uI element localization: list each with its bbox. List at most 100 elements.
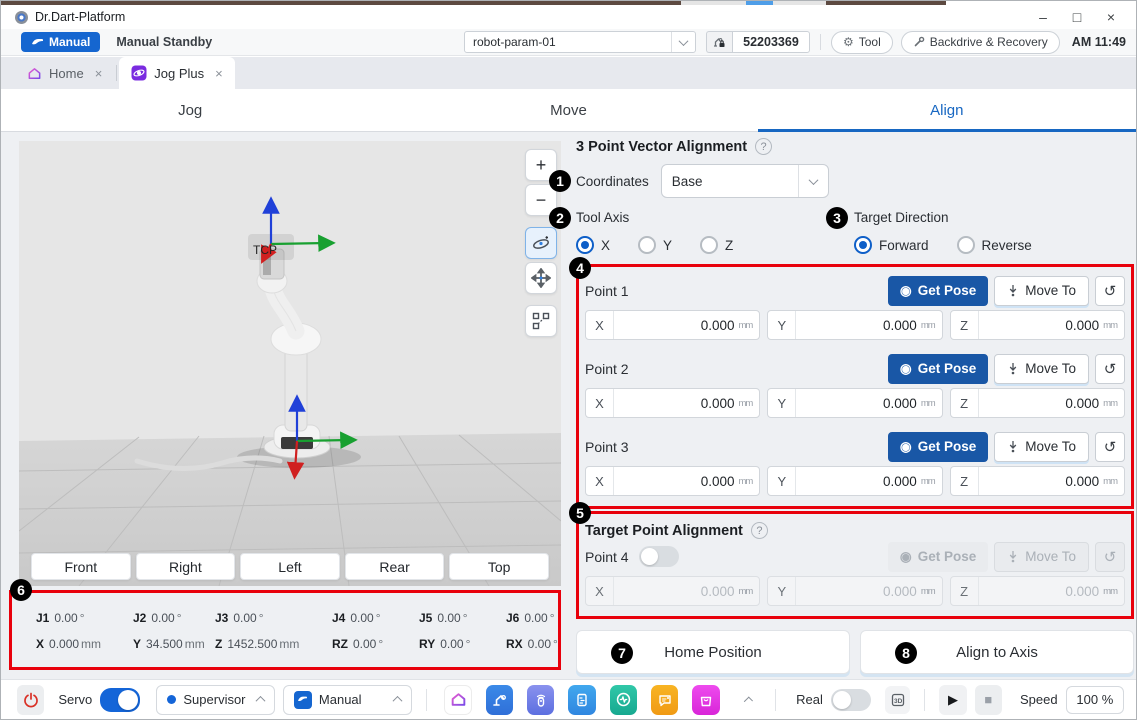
move-to-icon: [1007, 362, 1019, 375]
view-left-button[interactable]: Left: [240, 553, 340, 580]
tab-home[interactable]: Home ×: [15, 57, 114, 89]
direction-forward-radio[interactable]: Forward: [854, 236, 929, 254]
point-3-z-field[interactable]: Z0.000mm: [950, 466, 1125, 496]
minimize-button[interactable]: –: [1026, 6, 1060, 28]
help-icon[interactable]: ?: [755, 138, 772, 155]
coordinates-select[interactable]: Base: [661, 164, 829, 198]
dock-store-app-icon[interactable]: [692, 685, 719, 715]
main-content: TCP + −: [1, 132, 1136, 679]
dock-task-app-icon[interactable]: [568, 685, 595, 715]
role-value: Supervisor: [183, 692, 250, 707]
point-1-z-field[interactable]: Z0.000mm: [950, 310, 1125, 340]
wrench-icon: [913, 36, 925, 48]
backdrive-button-label: Backdrive & Recovery: [930, 35, 1048, 49]
point-1-x-field[interactable]: X0.000mm: [585, 310, 760, 340]
subtab-align[interactable]: Align: [758, 89, 1136, 131]
tab-jog-plus-close-icon[interactable]: ×: [215, 66, 223, 81]
clock-text: AM 11:49: [1072, 35, 1126, 49]
reset-icon: ↺: [1104, 438, 1117, 456]
pan-move-icon: [531, 268, 551, 288]
points-annotation-box: 4 Point 1 ◉Get Pose Move To ↺ X0.000mm Y…: [576, 264, 1134, 509]
play-button[interactable]: ▶: [939, 685, 966, 715]
point-4-toggle[interactable]: [639, 546, 679, 567]
point-3-get-pose-button[interactable]: ◉Get Pose: [888, 432, 988, 462]
servo-toggle[interactable]: [100, 688, 140, 712]
maximize-button[interactable]: □: [1060, 6, 1094, 28]
mode-select[interactable]: Manual: [283, 685, 412, 715]
power-button[interactable]: [17, 685, 44, 715]
mode-badge[interactable]: Manual: [21, 32, 100, 52]
coordinates-row: 1 Coordinates Base: [576, 164, 1134, 198]
dock-pendant-app-icon[interactable]: [527, 685, 554, 715]
dock-message-app-icon[interactable]: [651, 685, 678, 715]
point-3-move-to-button[interactable]: Move To: [994, 432, 1089, 462]
tool-axis-y-radio[interactable]: Y: [638, 236, 672, 254]
align-to-axis-button[interactable]: 8 Align to Axis: [860, 630, 1134, 674]
close-button[interactable]: ×: [1094, 6, 1128, 28]
point-3-y-field[interactable]: Y0.000mm: [767, 466, 942, 496]
target-icon: ◉: [900, 361, 912, 377]
3d-view-button[interactable]: 3D: [885, 686, 911, 714]
point-3-x-field[interactable]: X0.000mm: [585, 466, 760, 496]
tab-jog-plus[interactable]: Jog Plus ×: [119, 57, 234, 89]
mode-value: Manual: [319, 692, 387, 707]
panel-title-row: 3 Point Vector Alignment ?: [576, 138, 1134, 155]
radio-icon: [638, 236, 656, 254]
point-2-z-field[interactable]: Z0.000mm: [950, 388, 1125, 418]
point-4-move-to-button[interactable]: Move To: [994, 542, 1089, 572]
dock-home-app-icon[interactable]: [444, 685, 472, 715]
dock-expand-chevron-icon[interactable]: [743, 696, 753, 706]
dock-jog-app-icon[interactable]: [486, 685, 513, 715]
annotation-3: 3: [826, 207, 848, 229]
joint-j4: J40.00°: [332, 611, 419, 625]
point-1-y-field[interactable]: Y0.000mm: [767, 310, 942, 340]
real-toggle[interactable]: [831, 689, 871, 711]
target-icon: ◉: [900, 549, 912, 565]
radio-selected-icon: [854, 236, 872, 254]
point-2-move-to-button[interactable]: Move To: [994, 354, 1089, 384]
orbit-rotate-button[interactable]: [525, 227, 557, 259]
target-direction-label: Target Direction: [854, 210, 949, 225]
point-1-move-to-button[interactable]: Move To: [994, 276, 1089, 306]
backdrive-recovery-button[interactable]: Backdrive & Recovery: [901, 31, 1060, 54]
view-right-button[interactable]: Right: [136, 553, 236, 580]
point-1-get-pose-button[interactable]: ◉Get Pose: [888, 276, 988, 306]
robot-param-select[interactable]: robot-param-01: [464, 31, 696, 53]
speed-value-field[interactable]: 100 %: [1066, 686, 1124, 714]
pose-rz: RZ0.00°: [332, 637, 419, 651]
point-2-get-pose-button[interactable]: ◉Get Pose: [888, 354, 988, 384]
point-1-reset-button[interactable]: ↺: [1095, 276, 1125, 306]
measure-button[interactable]: [525, 305, 557, 337]
view-front-button[interactable]: Front: [31, 553, 131, 580]
point-3-reset-button[interactable]: ↺: [1095, 432, 1125, 462]
stop-button[interactable]: ■: [975, 685, 1002, 715]
mode-status-text: Manual Standby: [116, 35, 212, 49]
help-icon[interactable]: ?: [751, 522, 768, 539]
home-position-button[interactable]: 7 Home Position: [576, 630, 850, 674]
joint-j2: J20.00°: [133, 611, 215, 625]
pan-button[interactable]: [525, 262, 557, 294]
subtab-move[interactable]: Move: [379, 89, 757, 131]
point-4-reset-button[interactable]: ↺: [1095, 542, 1125, 572]
tool-axis-x-radio[interactable]: X: [576, 236, 610, 254]
robot-3d-viewport[interactable]: TCP + −: [19, 141, 561, 586]
point-2-y-field[interactable]: Y0.000mm: [767, 388, 942, 418]
speed-label: Speed: [1020, 692, 1058, 707]
annotation-4: 4: [569, 257, 591, 279]
tool-button[interactable]: ⚙ Tool: [831, 31, 893, 54]
mode-badge-label: Manual: [49, 35, 90, 49]
view-rear-button[interactable]: Rear: [345, 553, 445, 580]
dock-monitor-app-icon[interactable]: [610, 685, 637, 715]
tab-home-close-icon[interactable]: ×: [95, 66, 103, 81]
direction-reverse-radio[interactable]: Reverse: [957, 236, 1032, 254]
status-bar: Manual Manual Standby robot-param-01 522…: [1, 29, 1136, 56]
role-select[interactable]: Supervisor: [156, 685, 275, 715]
tab-jog-plus-label: Jog Plus: [154, 66, 204, 81]
subtab-jog[interactable]: Jog: [1, 89, 379, 131]
tool-axis-z-radio[interactable]: Z: [700, 236, 733, 254]
view-top-button[interactable]: Top: [449, 553, 549, 580]
serial-number[interactable]: 52203369: [732, 31, 810, 53]
point-4-get-pose-button[interactable]: ◉Get Pose: [888, 542, 988, 572]
point-2-x-field[interactable]: X0.000mm: [585, 388, 760, 418]
point-2-reset-button[interactable]: ↺: [1095, 354, 1125, 384]
